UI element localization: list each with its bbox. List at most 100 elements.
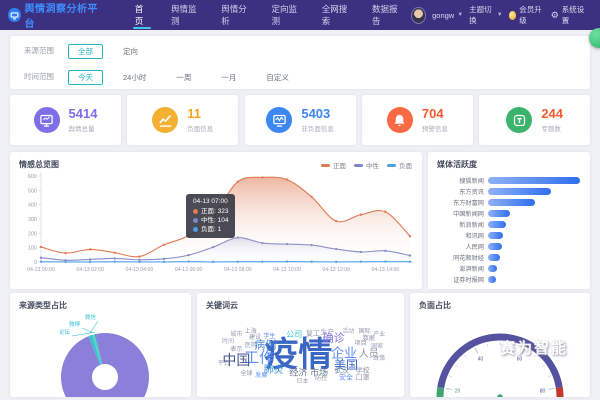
time-filter-label: 时间范围 (24, 71, 68, 82)
media-row-6[interactable]: 人民网 (432, 241, 580, 252)
stat-label: 预警信息 (422, 123, 448, 133)
cloud-word-22[interactable]: 活动 (342, 329, 354, 335)
nav-item-0[interactable]: 首页 (124, 0, 160, 30)
cloud-word-33[interactable]: 全球 (241, 371, 253, 377)
time-option-2[interactable]: 一周 (166, 70, 201, 85)
media-row-7[interactable]: 同花顺财经 (432, 252, 580, 263)
cloud-word-24[interactable]: 产业 (373, 332, 385, 338)
svg-text:04-13 04:00: 04-13 04:00 (126, 267, 154, 273)
media-bar (488, 254, 500, 261)
cloud-word-13[interactable]: 生产 (320, 329, 334, 336)
source-option-0[interactable]: 全部 (68, 44, 103, 59)
media-bar (488, 177, 580, 184)
media-bar-track (488, 243, 580, 250)
cloud-word-25[interactable]: 上海 (245, 329, 257, 335)
stat-text: 5414舆情总量 (69, 107, 98, 133)
cloud-word-36[interactable]: 日本 (297, 379, 309, 385)
user-menu[interactable]: gongw ▼ (432, 11, 463, 20)
user-avatar[interactable] (411, 7, 426, 24)
time-option-4[interactable]: 自定义 (256, 70, 299, 85)
nav-item-4[interactable]: 全网搜索 (311, 0, 361, 30)
stat-value: 5414 (69, 107, 98, 121)
main-nav: 首页舆情监测舆情分析定向监测全网搜索数据报告 (124, 0, 411, 30)
cloud-word-29[interactable]: 医院 (245, 343, 257, 349)
cloud-word-19[interactable]: 项目 (355, 341, 367, 347)
media-row-4[interactable]: 新浪新闻 (432, 219, 580, 230)
member-upgrade-button[interactable]: 会员升级 (509, 4, 545, 26)
source-option-1[interactable]: 定向 (113, 44, 148, 59)
time-option-1[interactable]: 24小时 (113, 70, 156, 85)
cloud-word-12[interactable]: 复工 (306, 330, 320, 337)
cloud-word-35[interactable]: 防控 (315, 376, 327, 382)
time-option-3[interactable]: 一月 (211, 70, 246, 85)
cloud-word-20[interactable]: 国家 (371, 344, 383, 350)
cloud-word-18[interactable]: 政策 (373, 356, 385, 362)
cloud-word-32[interactable]: 平台 (218, 361, 230, 367)
cloud-word-6[interactable]: 病例 (254, 340, 276, 351)
trend-icon (152, 107, 178, 133)
cloud-word-23[interactable]: 国际 (359, 329, 371, 335)
logo-icon (8, 8, 21, 22)
media-bar (488, 276, 496, 283)
cloud-word-34[interactable]: 发展 (255, 373, 267, 379)
svg-text:100: 100 (28, 246, 37, 252)
media-row-1[interactable]: 东方资讯 (432, 186, 580, 197)
media-activity-panel: 媒体活跃度 搜狐新闻东方资讯东方财富网中国新闻网新浪新闻和讯网人民网同花顺财经澎… (428, 152, 590, 289)
media-label: 证券时报网 (432, 275, 488, 284)
svg-text:20: 20 (455, 388, 461, 394)
nav-item-1[interactable]: 舆情监测 (160, 0, 210, 30)
media-row-0[interactable]: 搜狐新闻 (432, 175, 580, 186)
svg-text:04-13 10:00: 04-13 10:00 (273, 267, 301, 273)
media-row-8[interactable]: 澎湃新闻 (432, 263, 580, 274)
nav-item-5[interactable]: 数据报告 (361, 0, 411, 30)
stat-card-2[interactable]: 5403非负面信息 (245, 95, 356, 145)
media-bar (488, 265, 497, 272)
stat-value: 5403 (301, 107, 334, 121)
cloud-word-26[interactable]: 城市 (230, 332, 242, 338)
media-label: 中国新闻网 (432, 209, 488, 218)
svg-text:300: 300 (28, 217, 37, 223)
stat-card-0[interactable]: 5414舆情总量 (10, 95, 121, 145)
cloud-word-30[interactable]: 时间 (222, 339, 234, 345)
system-settings-button[interactable]: ⚙ 系统设置 (551, 4, 586, 26)
media-row-9[interactable]: 证券时报网 (432, 274, 580, 285)
app-logo[interactable]: 舆情洞察分析平台 (8, 0, 100, 30)
stat-card-1[interactable]: 11 负面信息 (127, 95, 238, 145)
wave-monitor-icon (266, 107, 292, 133)
media-bar (488, 210, 510, 217)
source-filter-label: 来源范围 (24, 45, 68, 56)
source-type-title: 来源类型占比 (10, 293, 191, 311)
cloud-word-31[interactable]: 表示 (230, 347, 242, 353)
media-row-3[interactable]: 中国新闻网 (432, 208, 580, 219)
stat-label: 负面信息 (187, 123, 213, 133)
time-filter-row: 时间范围 今天 24小时一周一月自定义 (10, 64, 590, 88)
stat-card-3[interactable]: 704预警信息 (362, 95, 473, 145)
monitor-icon (34, 107, 60, 133)
svg-text:200: 200 (28, 231, 37, 237)
cloud-word-15[interactable]: 学校 (356, 367, 370, 374)
nav-item-3[interactable]: 定向监测 (260, 0, 310, 30)
nav-item-2[interactable]: 舆情分析 (210, 0, 260, 30)
cloud-word-16[interactable]: 安全 (339, 374, 353, 381)
cloud-word-11[interactable]: 公司 (286, 331, 302, 339)
cloud-word-17[interactable]: 口罩 (356, 374, 370, 381)
svg-text:400: 400 (28, 203, 37, 209)
stat-value: 11 (187, 107, 213, 121)
cloud-word-9[interactable]: 经济 (289, 369, 307, 378)
floating-service-button[interactable] (589, 28, 600, 48)
stat-text: 5403非负面信息 (301, 107, 334, 133)
media-label: 同花顺财经 (432, 253, 488, 262)
time-option-0[interactable]: 今天 (68, 70, 103, 85)
stat-card-4[interactable]: 244专题数 (479, 95, 590, 145)
source-type-panel: 来源类型占比 微信微博论坛 (10, 293, 191, 397)
keyword-cloud: 疫情工作中国企业美国确诊病例人员肺炎经济市场公司复工生产武汉学校安全口罩政策项目… (197, 309, 404, 397)
theme-switch-button[interactable]: 主题切换 ▼ (469, 4, 502, 26)
cloud-word-27[interactable]: 建设 (249, 335, 261, 341)
media-row-2[interactable]: 东方财富网 (432, 197, 580, 208)
media-row-5[interactable]: 和讯网 (432, 230, 580, 241)
media-label: 东方资讯 (432, 187, 488, 196)
source-filter-row: 来源范围 全部定向 (10, 38, 590, 62)
media-bar (488, 243, 502, 250)
svg-text:60: 60 (517, 357, 523, 363)
cloud-word-28[interactable]: 学生 (263, 334, 275, 340)
